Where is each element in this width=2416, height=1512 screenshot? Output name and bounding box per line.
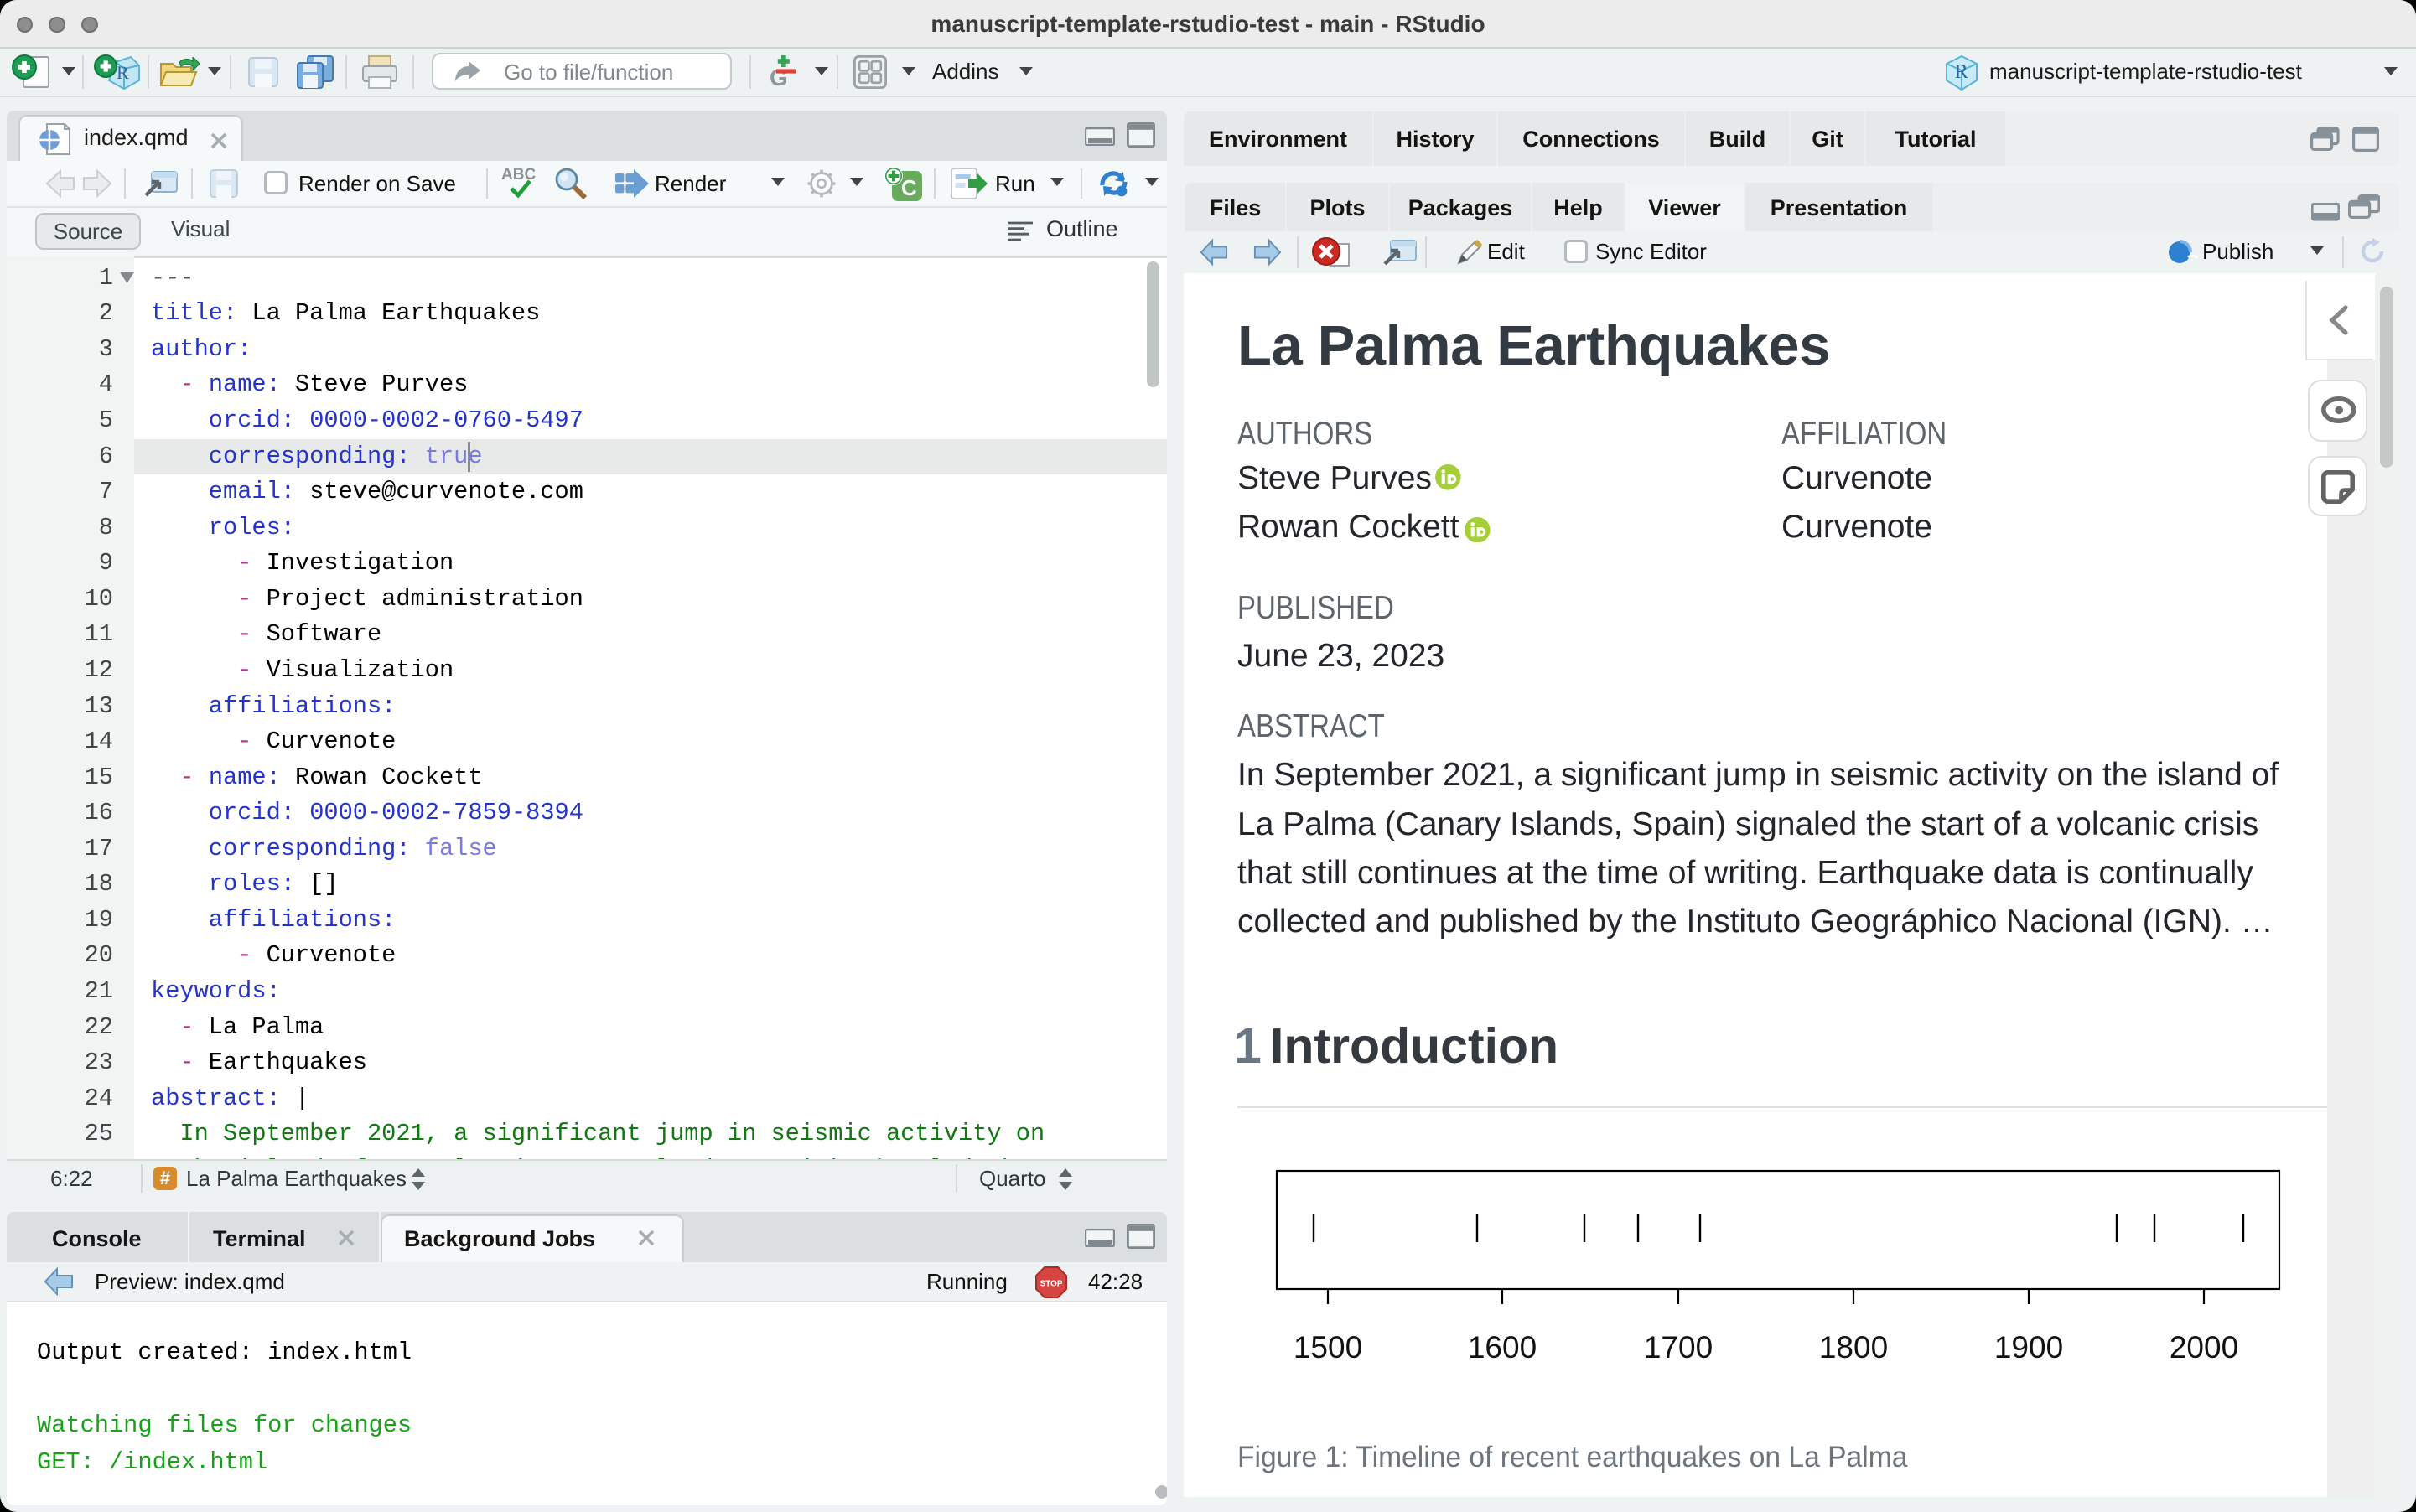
svg-text:1500: 1500 xyxy=(1294,1330,1362,1364)
svg-text:1900: 1900 xyxy=(1994,1330,2063,1364)
svg-text:1600: 1600 xyxy=(1468,1330,1537,1364)
svg-text:STOP: STOP xyxy=(1040,1280,1062,1289)
svg-text:R: R xyxy=(117,62,129,83)
svg-text:1700: 1700 xyxy=(1644,1330,1713,1364)
svg-text:2000: 2000 xyxy=(2170,1330,2238,1364)
svg-text:C: C xyxy=(901,175,917,200)
svg-text:R: R xyxy=(1955,61,1968,83)
svg-text:G: G xyxy=(770,65,788,91)
svg-text:1800: 1800 xyxy=(1819,1330,1888,1364)
